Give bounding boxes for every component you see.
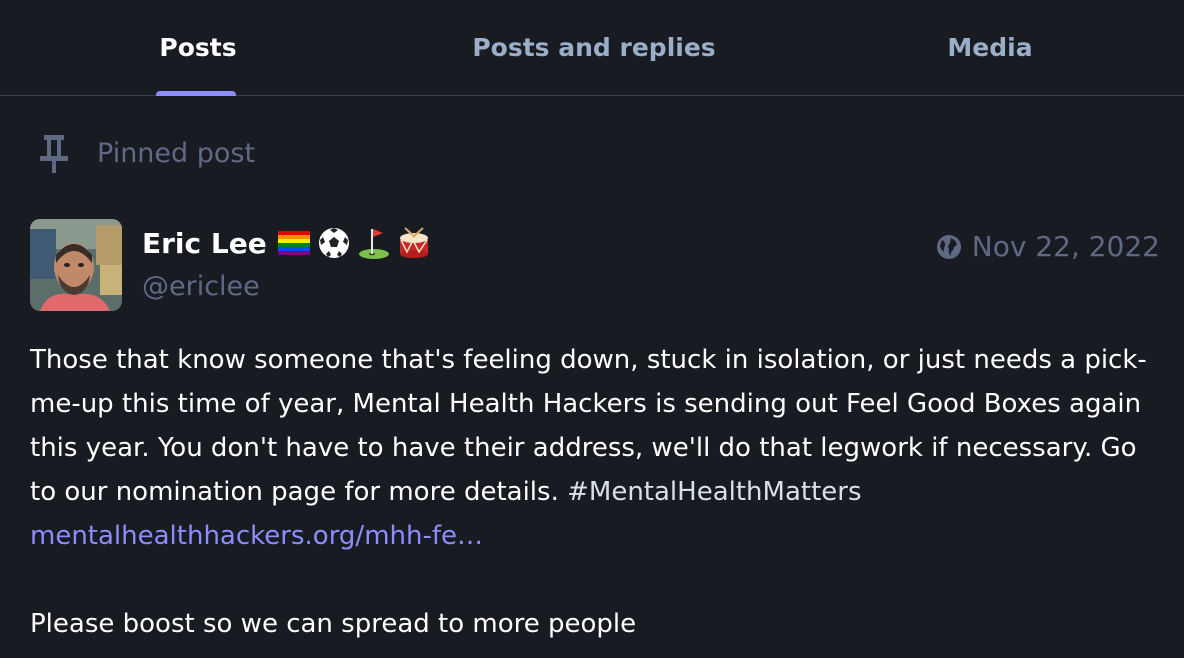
pinned-post-header: Pinned post: [34, 128, 255, 178]
author-name-text: Eric Lee: [142, 226, 267, 260]
globe-icon: [936, 234, 962, 260]
rainbow-flag-icon: [277, 226, 311, 260]
avatar[interactable]: [30, 219, 122, 311]
profile-tabs: Posts Posts and replies Media: [0, 0, 1184, 96]
golf-flag-icon: [357, 226, 391, 260]
post-footer-text: Please boost so we can spread to more pe…: [30, 609, 637, 639]
post-body: Those that know someone that's feeling d…: [30, 338, 1160, 646]
author-handle[interactable]: @ericlee: [142, 271, 260, 302]
soccer-ball-icon: [317, 226, 351, 260]
author-emojis: [277, 226, 437, 260]
tab-posts-and-replies[interactable]: Posts and replies: [396, 0, 792, 95]
external-link[interactable]: mentalhealthhackers.org/mhh-fe…: [30, 514, 1160, 558]
tab-posts[interactable]: Posts: [0, 0, 396, 95]
hashtag-link[interactable]: #MentalHealthMatters: [567, 477, 861, 507]
post-date[interactable]: Nov 22, 2022: [972, 230, 1160, 263]
post-meta[interactable]: Nov 22, 2022: [936, 230, 1160, 263]
pinned-post-label: Pinned post: [97, 137, 256, 169]
tab-media[interactable]: Media: [792, 0, 1184, 95]
pin-icon: [34, 131, 74, 175]
drum-icon: [397, 226, 431, 260]
author-display-name[interactable]: Eric Lee: [142, 226, 437, 260]
post-paragraph: Those that know someone that's feeling d…: [30, 338, 1160, 558]
active-tab-indicator: [156, 91, 236, 96]
